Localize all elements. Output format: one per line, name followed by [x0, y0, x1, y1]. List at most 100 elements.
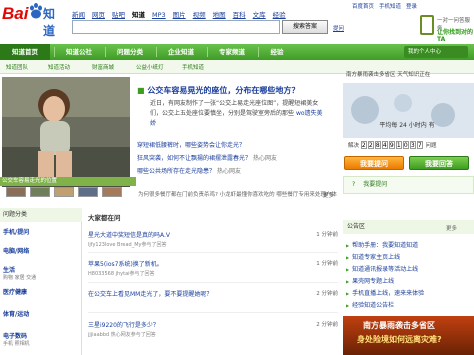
- top-nav-item[interactable]: 新闻: [72, 11, 85, 19]
- ticker-more-link[interactable]: 更多: [323, 191, 334, 199]
- category-sub[interactable]: 手机 照相机: [3, 340, 30, 347]
- subnav-charity[interactable]: 公益小纸灯: [136, 63, 164, 71]
- top-nav-item[interactable]: 文库: [253, 11, 266, 19]
- top-link[interactable]: 登录: [406, 4, 417, 10]
- subnav-activities[interactable]: 知道活动: [48, 63, 70, 71]
- my-questions-link[interactable]: ? 我要提问: [343, 176, 474, 194]
- question-row[interactable]: 苹果5(ios7系统)换了新机。 1 分钟前: [88, 259, 338, 268]
- thumbnail[interactable]: [78, 187, 98, 197]
- promo-line-2: 让你找到对的TA: [437, 29, 474, 43]
- top-nav-item[interactable]: 网页: [92, 11, 105, 19]
- notice-item[interactable]: 知道专家主页上线: [346, 252, 400, 261]
- top-link[interactable]: 百度首页: [352, 4, 374, 10]
- question-meta: jjjiaabbd 热心网友参与了回答: [88, 332, 156, 338]
- bullet-icon: ■: [137, 86, 148, 95]
- stats-text: 平均每 24 小时内 有: [379, 121, 434, 129]
- ask-link[interactable]: 提问: [333, 24, 344, 32]
- top-links: 百度首页 手机知道 登录: [352, 2, 422, 10]
- search-button[interactable]: 搜索答案: [282, 20, 328, 34]
- top-nav-item[interactable]: 地图: [213, 11, 226, 19]
- phone-icon: [420, 15, 434, 35]
- counter-digit: 2: [360, 141, 367, 149]
- counter-digit: 2: [367, 141, 374, 149]
- top-nav-item[interactable]: MP3: [152, 11, 166, 19]
- notice-item[interactable]: 经验知道公告栏: [346, 300, 394, 309]
- top-nav-item[interactable]: 图片: [173, 11, 186, 19]
- list-item[interactable]: 狂风突袭，如何不让飘揚的裙摆泄露春光？ 热心网友: [137, 153, 277, 163]
- thumbnail[interactable]: [102, 187, 122, 197]
- question-meta: H8033568 jhytai参与了回答: [88, 271, 155, 277]
- top-nav-item[interactable]: 视频: [193, 11, 206, 19]
- question-row[interactable]: 三星i9220的飞行是多少？ 2 分钟前: [88, 320, 338, 329]
- counter-digit: 8: [374, 141, 381, 149]
- news-ticker[interactable]: 为何很多餐厅都在门前负责杀鸡? 小龙虾最懂你喜欢吃的 哪些餐厅专用来处理户体: [138, 190, 338, 198]
- top-link[interactable]: 手机知道: [379, 4, 401, 10]
- top-navigation: 新闻 网页 贴吧 知道 MP3 图片 视频 地图 百科 文库 经验: [72, 9, 293, 19]
- category-sub[interactable]: 购物 家居 交通: [3, 274, 36, 281]
- category-header: 问题分类: [0, 208, 82, 222]
- logo-zhidao-text: 知道: [43, 7, 56, 38]
- category-item[interactable]: 医疗健康: [3, 287, 27, 296]
- question-meta: ljfy123love Bread_My参与了回答: [88, 242, 167, 248]
- question-row[interactable]: 在公交车上看见MM走光了，要不要提醒她呢？ 2 分钟前: [88, 289, 338, 298]
- paw-icon: [30, 3, 42, 19]
- counter-digit: 3: [409, 141, 416, 149]
- search-input[interactable]: [72, 20, 280, 34]
- logo-bai-text: Bai: [2, 4, 29, 23]
- counter-digit: 0: [402, 141, 409, 149]
- feature-caption[interactable]: 公交车容易走光的位置: [0, 177, 136, 186]
- counter-digit: 1: [395, 141, 402, 149]
- tab-categories[interactable]: 问题分类: [106, 44, 154, 60]
- tab-enterprise[interactable]: 企业知道: [157, 44, 205, 60]
- list-item[interactable]: 穿短裙低腰裤时，哪些姿势会让你走光？: [137, 140, 245, 150]
- top-nav-item[interactable]: 百科: [233, 11, 246, 19]
- thumbnail-strip: [2, 187, 140, 197]
- counter-digit: 7: [416, 141, 423, 149]
- ask-question-button[interactable]: 我要提问: [344, 156, 404, 170]
- top-nav-item[interactable]: 经验: [273, 11, 286, 19]
- notice-item[interactable]: 知道通讯报录等活动上线: [346, 264, 418, 273]
- counter-digits: 228491037: [360, 141, 424, 149]
- user-center-button[interactable]: 我的个人中心: [404, 46, 468, 58]
- tab-experts[interactable]: 专家频道: [208, 44, 256, 60]
- banner-line-1: 南方暴雨袭击多省区: [363, 321, 435, 330]
- answer-question-button[interactable]: 我要回答: [409, 156, 469, 170]
- notice-more-link[interactable]: 更多: [446, 224, 457, 232]
- thumbnail[interactable]: [6, 187, 26, 197]
- category-item[interactable]: 生活: [3, 265, 15, 274]
- top-nav-item[interactable]: 贴吧: [112, 11, 125, 19]
- headline-text[interactable]: 南方暴雨袭击多省区 天气知识正在: [343, 69, 474, 83]
- category-item[interactable]: 电子数码: [3, 331, 27, 340]
- category-item[interactable]: 电脑/网络: [3, 246, 29, 255]
- top-nav-item[interactable]: 知道: [132, 11, 145, 19]
- category-item[interactable]: 手机/提问: [3, 227, 29, 236]
- stats-graphic: 平均每 24 小时内 有: [343, 83, 474, 138]
- subnav-mobile[interactable]: 手机知道: [182, 63, 204, 71]
- main-nav-bar: 知道首页 知道公社 问题分类 企业知道 专家频道 经验 我的个人中心: [0, 44, 474, 60]
- solved-counter: 解决 228491037 问题: [348, 141, 437, 149]
- category-item[interactable]: 体育/运动: [3, 309, 29, 318]
- feature-image[interactable]: [2, 77, 130, 187]
- promo-block[interactable]: 一对一问答服务 让你找到对的TA: [420, 13, 474, 43]
- subnav-team[interactable]: 知道团队: [6, 63, 28, 71]
- question-icon: ?: [352, 181, 356, 188]
- baidu-zhidao-logo[interactable]: Bai 知道: [2, 3, 62, 38]
- thumbnail[interactable]: [30, 187, 50, 197]
- feature-title[interactable]: ■ 公交车容易晃光的座位，分布在哪些地方？: [137, 85, 299, 96]
- question-row[interactable]: 星光大道中奖短信是真的吗A.V 1 分钟前: [88, 230, 338, 239]
- banner-line-2: 身处险境如何远离灾难?: [357, 335, 442, 344]
- news-banner[interactable]: 南方暴雨袭击多省区 身处险境如何远离灾难?: [343, 316, 474, 355]
- thumbnail[interactable]: [54, 187, 74, 197]
- tab-community[interactable]: 知道公社: [55, 44, 103, 60]
- subnav-shop[interactable]: 财富商城: [92, 63, 114, 71]
- counter-digit: 9: [388, 141, 395, 149]
- notice-item[interactable]: 手机直播上线，速来来体验: [346, 288, 424, 297]
- questions-header: 大家都在问: [88, 214, 121, 222]
- list-item[interactable]: 哪些公共场所存在走光隐患？ 热心网友: [137, 166, 241, 176]
- notice-item[interactable]: 果壳网专题上线: [346, 276, 394, 285]
- feature-summary: 近日，有网友制作了一张“公交上易走光座位图”，提醒短裙美女们，公交上五处座位要慎…: [150, 100, 323, 127]
- tab-home[interactable]: 知道首页: [0, 44, 50, 60]
- notice-item[interactable]: 帮助手册：我要知道知道: [346, 240, 418, 249]
- counter-digit: 4: [381, 141, 388, 149]
- tab-jingyan[interactable]: 经验: [259, 44, 295, 60]
